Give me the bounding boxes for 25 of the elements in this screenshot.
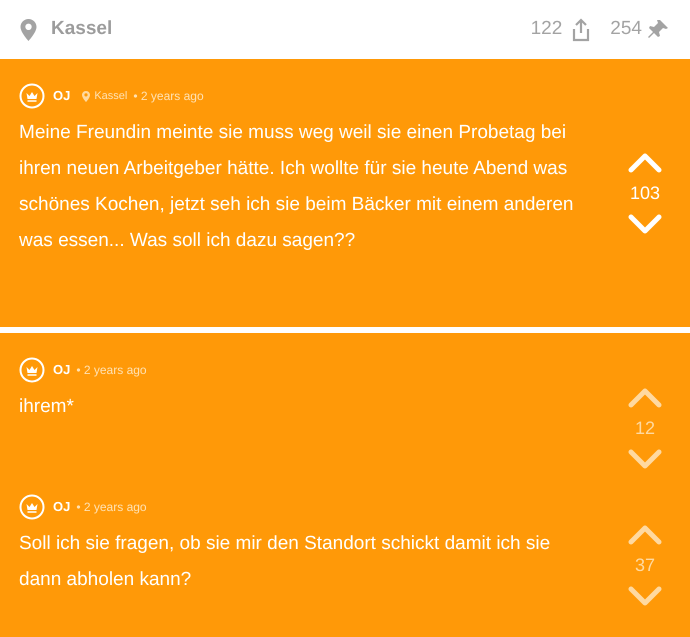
vote-count: 103: [630, 182, 660, 204]
author-name: OJ: [53, 87, 70, 106]
post-text: Meine Freundin meinte sie muss weg weil sie einen Probetag bei ihren neuen Arbeitgeber hätte. Ich wollte für sie heute Abend was schönes Kochen, jetzt seh ich sie beim Bäcker mit einem anderen was essen... Was soll ich dazu sagen??: [19, 121, 574, 253]
pin-count: 254: [610, 17, 642, 42]
location-pin-icon: [82, 90, 90, 102]
downvote-icon[interactable]: [627, 585, 663, 607]
crown-avatar-icon: [19, 83, 45, 109]
downvote-icon[interactable]: [627, 448, 663, 470]
vote-count: 37: [634, 554, 656, 577]
author-name: OJ: [53, 498, 70, 516]
vote-count: 12: [634, 417, 656, 440]
location-title: Kassel: [51, 17, 112, 42]
crown-avatar-icon: [19, 494, 45, 520]
upvote-icon[interactable]: [627, 387, 663, 409]
post-time: • 2 years ago: [76, 499, 147, 516]
post-location: Kassel: [94, 88, 128, 104]
reply-text: Soll ich sie fragen, ob sie mir den Standort schickt damit ich sie dann abholen kann?: [19, 532, 552, 592]
author-name: OJ: [53, 361, 70, 380]
post-time: • 2 years ago: [76, 362, 147, 379]
upvote-icon[interactable]: [627, 524, 663, 546]
location-pin-icon: [20, 18, 37, 40]
post-time: • 2 years ago: [133, 88, 204, 105]
share-count: 122: [530, 17, 562, 42]
reply-text: ihrem*: [19, 395, 75, 419]
crown-avatar-icon: [19, 357, 45, 383]
